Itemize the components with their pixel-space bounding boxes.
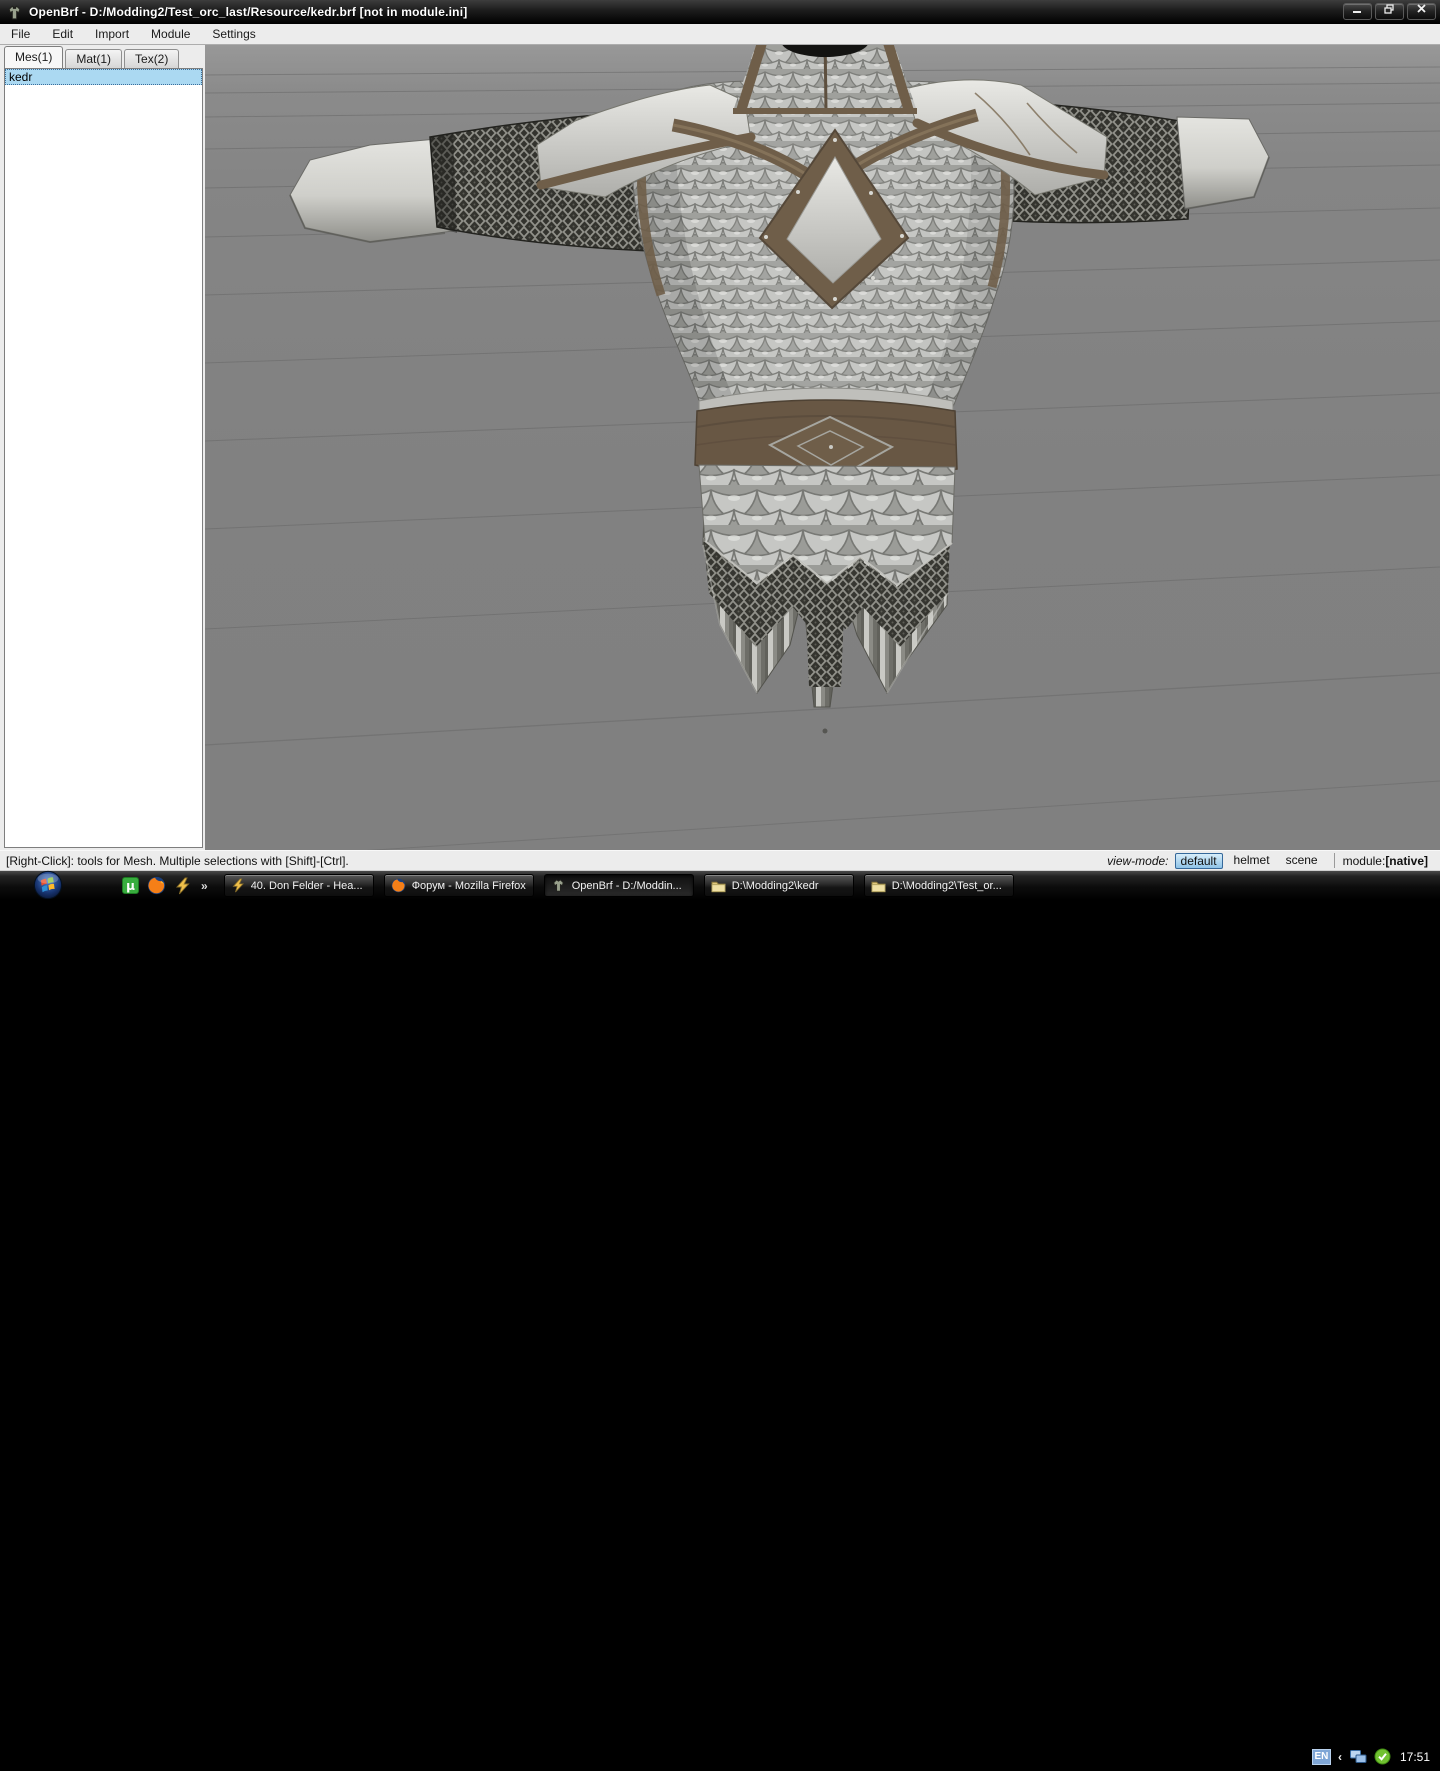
firefox-icon [391,878,406,893]
titlebar[interactable]: OpenBrf - D:/Modding2/Test_orc_last/Reso… [0,0,1440,24]
mesh-list[interactable]: kedr [4,68,203,848]
taskbar-button-folder-kedr[interactable]: D:\Modding2\kedr [704,874,854,897]
taskbar-button-label: Форум - Mozilla Firefox [412,880,526,892]
taskbar-button-label: OpenBrf - D:/Moddin... [572,880,682,892]
viewport-3d[interactable] [205,45,1440,850]
view-mode-helmet[interactable]: helmet [1229,853,1275,869]
module-indicator: module:[native] [1343,854,1428,868]
language-indicator[interactable]: EN [1312,1749,1331,1765]
winamp-icon [231,878,245,893]
module-value: [native] [1385,854,1428,868]
menu-module[interactable]: Module [140,24,201,44]
status-bar: [Right-Click]: tools for Mesh. Multiple … [0,850,1440,871]
close-button[interactable] [1407,3,1436,20]
restore-button[interactable] [1375,3,1404,20]
menu-file[interactable]: File [0,24,41,44]
utorrent-icon[interactable]: µ [121,876,140,895]
taskbar-button-openbrf[interactable]: OpenBrf - D:/Moddin... [544,874,694,897]
minimize-icon [1352,5,1363,14]
armor-model [290,45,1269,734]
start-button[interactable] [33,870,63,900]
status-hint: [Right-Click]: tools for Mesh. Multiple … [6,854,349,868]
minimize-button[interactable] [1343,3,1372,20]
taskbar-button-winamp[interactable]: 40. Don Felder - Hea... [224,874,374,897]
firefox-icon[interactable] [147,876,166,895]
status-separator [1334,853,1335,868]
view-mode-default[interactable]: default [1175,853,1223,869]
taskbar-button-label: D:\Modding2\Test_or... [892,880,1002,892]
tab-meshes[interactable]: Mes(1) [4,46,63,68]
mesh-preview-armor [205,45,1440,850]
taskbar-button-folder-testorc[interactable]: D:\Modding2\Test_or... [864,874,1014,897]
svg-text:µ: µ [126,879,135,893]
antivirus-check-icon[interactable] [1374,1748,1391,1765]
tab-strip: Mes(1) Mat(1) Tex(2) [4,46,181,68]
restore-icon [1384,4,1395,14]
list-item-kedr[interactable]: kedr [5,69,202,85]
menu-settings[interactable]: Settings [201,24,266,44]
close-icon [1416,4,1427,14]
module-label: module: [1343,854,1386,868]
menu-import[interactable]: Import [84,24,140,44]
menu-edit[interactable]: Edit [41,24,84,44]
tab-materials[interactable]: Mat(1) [65,49,122,68]
taskbar: µ » 40. Don Felder - Hea... [0,871,1440,900]
tab-textures[interactable]: Tex(2) [124,49,179,68]
view-mode-label: view-mode: [1107,854,1168,868]
openbrf-armor-icon [6,4,23,21]
quick-launch-overflow-chevron[interactable]: » [201,879,208,893]
menu-bar: File Edit Import Module Settings [0,24,1440,45]
quick-launch: µ » [121,876,208,895]
left-panel: Mes(1) Mat(1) Tex(2) kedr [0,45,205,850]
taskbar-buttons: 40. Don Felder - Hea... Форум - Mozilla … [224,874,1014,897]
taskbar-button-label: D:\Modding2\kedr [732,880,819,892]
openbrf-armor-icon [551,878,566,893]
system-tray: EN ‹ 17:51 [1312,1742,1434,1771]
folder-icon [711,879,726,893]
taskbar-button-firefox[interactable]: Форум - Mozilla Firefox [384,874,534,897]
collapse-chevron[interactable]: ‹ [1338,1750,1342,1764]
folder-icon [871,879,886,893]
window-title: OpenBrf - D:/Modding2/Test_orc_last/Reso… [29,5,467,19]
winamp-icon[interactable] [173,876,192,895]
openbrf-window: OpenBrf - D:/Modding2/Test_orc_last/Reso… [0,0,1440,900]
network-icon[interactable] [1349,1748,1367,1765]
view-mode-scene[interactable]: scene [1281,853,1323,869]
taskbar-button-label: 40. Don Felder - Hea... [251,880,363,892]
taskbar-clock: 17:51 [1400,1750,1430,1764]
